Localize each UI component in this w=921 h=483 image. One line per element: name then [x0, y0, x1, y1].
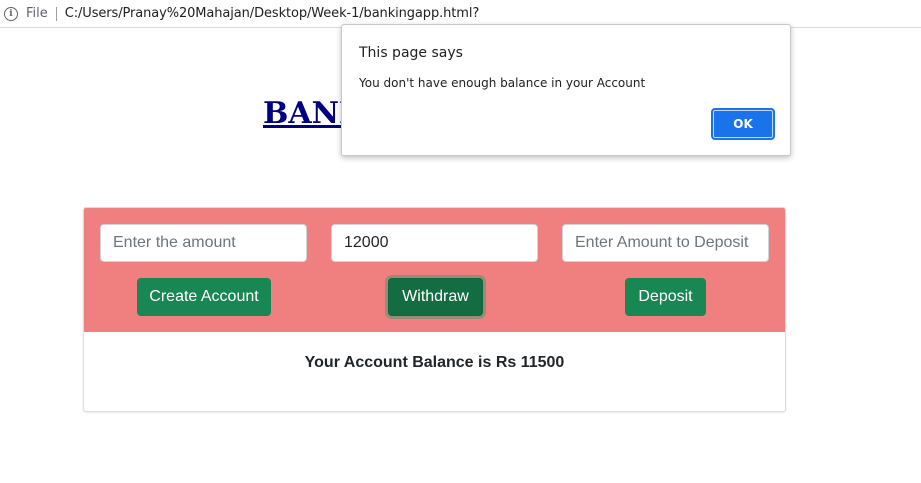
info-icon[interactable]: i [4, 6, 18, 21]
deposit-button[interactable]: Deposit [625, 278, 706, 316]
account-balance-text: Your Account Balance is Rs 11500 [304, 354, 565, 371]
create-account-button[interactable]: Create Account [137, 278, 271, 316]
deposit-amount-input[interactable] [562, 224, 769, 262]
withdraw-amount-input[interactable] [331, 224, 538, 262]
banking-card: Create Account Withdraw Deposit Your Acc… [83, 207, 786, 412]
amount-input[interactable] [100, 224, 307, 262]
dialog-message: You don't have enough balance in your Ac… [359, 76, 646, 90]
withdraw-button[interactable]: Withdraw [388, 278, 483, 316]
url-text[interactable]: C:/Users/Pranay%20Mahajan/Desktop/Week-1… [65, 6, 479, 21]
card-form-panel: Create Account Withdraw Deposit [84, 208, 785, 332]
divider [55, 6, 57, 21]
url-scheme: File [26, 6, 48, 21]
dialog-title: This page says [359, 45, 463, 61]
ok-button[interactable]: OK [711, 108, 775, 140]
alert-dialog: This page says You don't have enough bal… [341, 24, 791, 156]
